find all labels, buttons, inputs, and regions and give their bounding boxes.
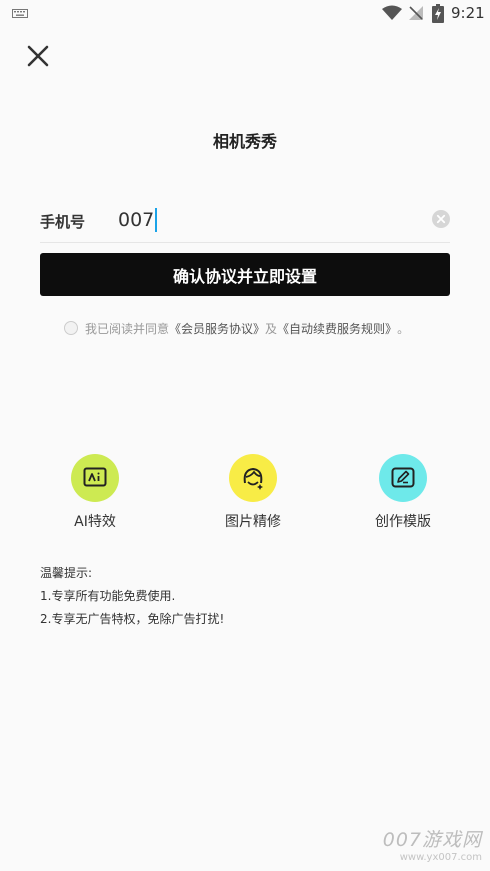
face-retouch-icon [243,467,263,490]
text-caret [155,208,158,232]
tips-item: 1.专享所有功能免费使用. [40,589,176,603]
close-button[interactable] [22,40,54,72]
phone-input[interactable]: 007 [118,206,418,234]
page-title: 相机秀秀 [212,132,277,151]
feature-label: 图片精修 [225,514,281,530]
member-service-agreement-link[interactable]: 《会员服务协议》 [169,320,265,337]
agreement-prefix: 我已阅读并同意 [85,321,170,336]
keyboard-icon [12,9,28,18]
no-signal-icon [409,6,423,20]
feature-retouch-circle [229,454,277,502]
agreement-middle: 及 [265,321,278,336]
watermark: 007游戏网 www.yx007.com [383,825,482,863]
wifi-icon [382,5,402,20]
close-icon [27,45,49,67]
edit-template-icon [391,467,415,488]
feature-image-retouch[interactable]: 图片精修 [193,454,313,531]
auto-renew-rules-link[interactable]: 《自动续费服务规则》 [277,320,397,337]
tips-heading: 温馨提示: [40,566,93,580]
agreement-checkbox[interactable] [64,321,78,335]
status-time: 9:21 [451,4,485,22]
feature-creative-template[interactable]: 创作模版 [343,454,463,531]
ai-image-icon [83,467,107,487]
feature-template-circle [379,454,427,502]
status-bar: 9:21 [0,0,490,28]
phone-field-row: 手机号 007 [40,200,450,243]
feature-ai-circle [71,454,119,502]
feature-ai-effects[interactable]: AI特效 [35,454,155,531]
phone-label: 手机号 [40,213,86,231]
battery-charging-icon [432,4,444,23]
feature-label: 创作模版 [375,514,431,530]
tips-section: 温馨提示: 1.专享所有功能免费使用. 2.专享无广告特权，免除广告打扰! [40,562,224,631]
watermark-main: 007游戏网 [382,829,482,851]
confirm-agreement-button[interactable]: 确认协议并立即设置 [40,253,450,296]
agreement-row: 我已阅读并同意 《会员服务协议》 及 《自动续费服务规则》 。 [64,318,464,338]
agreement-suffix: 。 [397,321,410,336]
feature-label: AI特效 [74,514,116,530]
phone-input-value: 007 [118,209,155,231]
tips-item: 2.专享无广告特权，免除广告打扰! [40,612,225,626]
watermark-url: www.yx007.com [399,852,482,863]
clear-icon[interactable] [432,210,450,228]
